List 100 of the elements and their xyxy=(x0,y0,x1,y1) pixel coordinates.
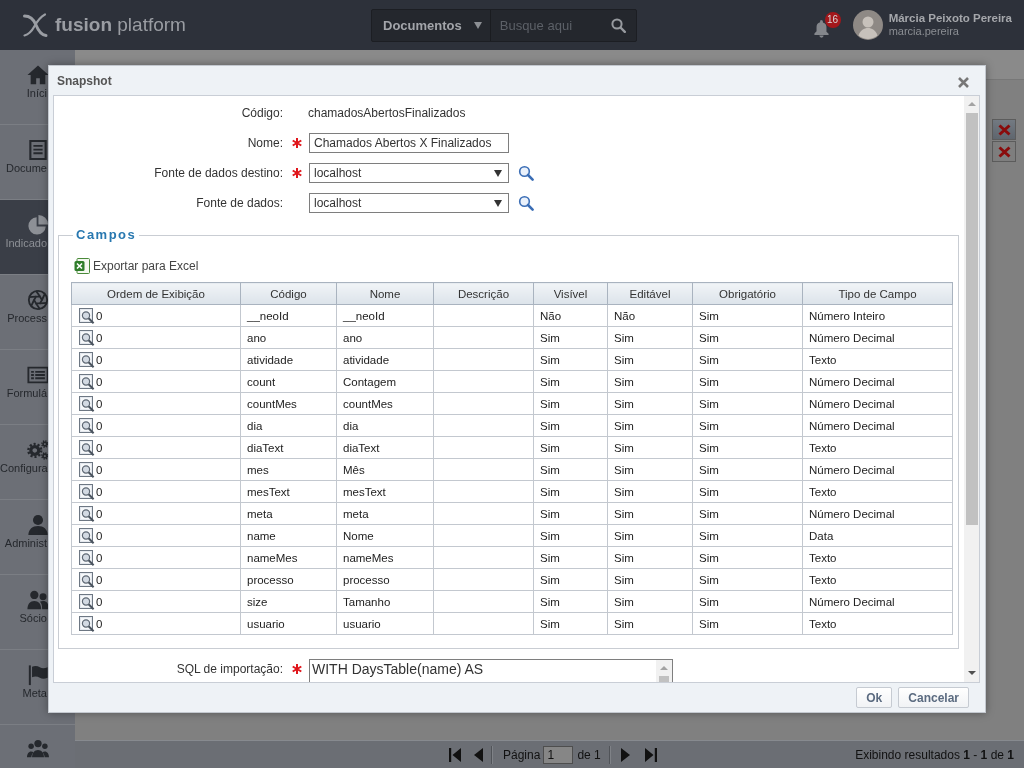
name-input[interactable]: Chamados Abertos X Finalizados xyxy=(309,133,509,153)
document-magnifier-icon[interactable] xyxy=(79,615,95,632)
first-page-icon[interactable] xyxy=(449,747,461,762)
table-cell: mesText xyxy=(240,480,337,503)
document-magnifier-icon[interactable] xyxy=(79,373,95,390)
table-cell: Sim xyxy=(533,480,608,503)
table-cell: Sim xyxy=(607,436,693,459)
document-magnifier-icon[interactable] xyxy=(79,527,95,544)
close-button[interactable] xyxy=(958,76,969,88)
column-header[interactable]: Descrição xyxy=(433,282,534,305)
search-bar[interactable]: Documentos Busque aqui xyxy=(371,8,637,42)
notification-badge: 16 xyxy=(824,12,841,28)
document-magnifier-icon[interactable] xyxy=(79,505,95,522)
table-cell: 0 xyxy=(96,595,103,608)
table-cell: Nome xyxy=(336,524,434,547)
sql-textarea[interactable]: WITH DaysTable(name) AS xyxy=(309,659,656,682)
document-magnifier-icon[interactable] xyxy=(79,571,95,588)
table-cell: 0 xyxy=(96,463,103,476)
people-icon xyxy=(25,589,50,611)
column-header[interactable]: Código xyxy=(240,282,337,305)
data-source-select[interactable]: localhost xyxy=(309,163,509,183)
document-magnifier-icon[interactable] xyxy=(79,351,95,368)
document-magnifier-icon[interactable] xyxy=(79,483,95,500)
table-cell: diaText xyxy=(240,436,337,459)
table-cell: Sim xyxy=(533,436,608,459)
column-header[interactable]: Tipo de Campo xyxy=(802,282,953,305)
document-magnifier-icon[interactable] xyxy=(79,549,95,566)
column-header[interactable]: Obrigatório xyxy=(692,282,803,305)
table-cell: nameMes xyxy=(240,546,337,569)
table-cell: 0 xyxy=(96,441,103,454)
previous-page-icon[interactable] xyxy=(474,747,483,762)
table-cell: Sim xyxy=(692,370,803,393)
table-cell: Não xyxy=(607,304,693,327)
table-cell: 0 xyxy=(96,353,103,366)
person-icon xyxy=(25,514,50,536)
table-cell: Contagem xyxy=(336,370,434,393)
logo-icon xyxy=(22,12,48,38)
avatar-placeholder[interactable] xyxy=(852,10,883,40)
column-header[interactable]: Ordem de Exibição xyxy=(71,282,241,305)
table-cell: __neoId xyxy=(336,304,434,327)
last-page-icon[interactable] xyxy=(644,747,657,762)
search-icon xyxy=(610,17,626,33)
table-cell: Sim xyxy=(533,370,608,393)
document-magnifier-icon[interactable] xyxy=(79,461,95,478)
table-cell: Tamanho xyxy=(336,590,434,613)
table-cell: 0 xyxy=(96,375,103,388)
export-button[interactable]: Exportar para Excel xyxy=(74,258,199,274)
table-cell: Sim xyxy=(533,524,608,547)
column-header[interactable]: Visível xyxy=(533,282,608,305)
table-cell: 0 xyxy=(96,507,103,520)
close-icon xyxy=(958,76,969,88)
table-cell: ano xyxy=(240,326,337,349)
column-header[interactable]: Editável xyxy=(607,282,693,305)
table-cell: Sim xyxy=(692,590,803,613)
document-magnifier-icon[interactable] xyxy=(79,329,95,346)
table-cell: Sim xyxy=(533,612,608,635)
scrollbar[interactable] xyxy=(656,659,673,682)
data-source-select[interactable]: localhost xyxy=(309,193,509,213)
table-cell: processo xyxy=(336,568,434,591)
field-label: Fonte de dados: xyxy=(195,196,283,210)
search-icon[interactable] xyxy=(518,165,534,181)
table-cell: size xyxy=(240,590,337,613)
next-page-icon[interactable] xyxy=(620,747,630,762)
table-cell: Sim xyxy=(533,348,608,371)
document-magnifier-icon[interactable] xyxy=(79,439,95,456)
table-cell: Número Inteiro xyxy=(802,304,953,327)
table-cell: 0 xyxy=(96,397,103,410)
table-cell: Sim xyxy=(692,480,803,503)
field-label: Código: xyxy=(240,106,283,120)
table-cell: Sim xyxy=(692,326,803,349)
scope-dropdown[interactable]: Documentos xyxy=(372,9,491,41)
table-cell: Sim xyxy=(692,436,803,459)
ok-button[interactable]: Ok xyxy=(856,687,893,708)
table-cell: 0 xyxy=(96,331,103,344)
table-cell: 0 xyxy=(96,309,103,322)
scrollbar[interactable] xyxy=(964,96,979,682)
column-header[interactable]: Nome xyxy=(336,282,434,305)
table-cell: nameMes xyxy=(336,546,434,569)
table-cell: count xyxy=(240,370,337,393)
table-cell: mesText xyxy=(336,480,434,503)
cancel-button[interactable]: Cancelar xyxy=(898,687,969,708)
table-cell: __neoId xyxy=(240,304,337,327)
page-input[interactable]: 1 xyxy=(543,745,574,764)
search-input[interactable]: Busque aqui xyxy=(490,9,600,41)
table-cell: Sim xyxy=(607,546,693,569)
table-cell: dia xyxy=(336,414,434,437)
document-magnifier-icon[interactable] xyxy=(79,395,95,412)
search-icon[interactable] xyxy=(518,195,534,211)
table-cell: Número Decimal xyxy=(802,590,953,613)
table-cell: Texto xyxy=(802,612,953,635)
document-magnifier-icon[interactable] xyxy=(79,307,95,324)
document-magnifier-icon[interactable] xyxy=(79,417,95,434)
table-cell: Data xyxy=(802,524,953,547)
user-name[interactable]: Márcia Peixoto Pereira xyxy=(888,12,1012,25)
table-cell: meta xyxy=(240,502,337,525)
document-magnifier-icon[interactable] xyxy=(79,593,95,610)
user-login: marcia.pereira xyxy=(888,25,960,38)
table-cell: atividade xyxy=(336,348,434,371)
table-cell: Texto xyxy=(802,568,953,591)
page-label: Página xyxy=(503,747,541,762)
